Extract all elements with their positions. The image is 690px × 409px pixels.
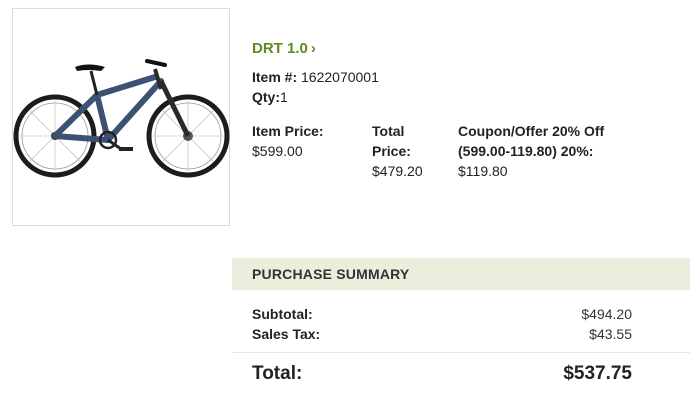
product-name: DRT 1.0 — [252, 40, 308, 57]
item-number-row: Item #: 1622070001 — [252, 67, 682, 87]
sales-tax-row: Sales Tax: $43.55 — [252, 324, 632, 344]
item-price-value: $599.00 — [252, 143, 303, 159]
subtotal-label: Subtotal: — [252, 306, 313, 322]
item-price-label: Item Price: — [252, 123, 324, 139]
product-image[interactable] — [12, 8, 230, 226]
product-name-link[interactable]: DRT 1.0 › — [252, 40, 316, 57]
purchase-summary: PURCHASE SUMMARY Subtotal: $494.20 Sales… — [232, 258, 690, 385]
chevron-right-icon: › — [310, 40, 316, 57]
item-number-label: Item #: — [252, 69, 298, 85]
total-price-label-line2: Price: — [372, 143, 411, 159]
coupon-column: Coupon/Offer 20% Off (599.00-119.80) 20%… — [458, 121, 682, 181]
total-price-column: Total Price: $479.20 — [372, 121, 442, 181]
total-price-label-line1: Total — [372, 123, 405, 139]
sales-tax-value: $43.55 — [589, 326, 632, 342]
item-number-value: 1622070001 — [301, 69, 379, 85]
qty-row: Qty:1 — [252, 87, 682, 107]
item-price-column: Item Price: $599.00 — [252, 121, 362, 161]
total-row: Total: $537.75 — [232, 353, 690, 385]
total-price-value: $479.20 — [372, 163, 423, 179]
subtotal-value: $494.20 — [581, 306, 632, 322]
qty-value: 1 — [280, 89, 288, 105]
coupon-label-line2: (599.00-119.80) 20%: — [458, 143, 594, 159]
qty-label: Qty: — [252, 89, 280, 105]
coupon-label-line1: Coupon/Offer 20% Off — [458, 123, 605, 139]
total-label: Total: — [252, 363, 303, 384]
subtotal-row: Subtotal: $494.20 — [252, 304, 632, 324]
coupon-value: $119.80 — [458, 163, 508, 179]
product-details: DRT 1.0 › Item #: 1622070001 Qty:1 Item P… — [252, 40, 682, 179]
total-value: $537.75 — [563, 363, 632, 384]
bicycle-image — [13, 59, 230, 178]
purchase-summary-header: PURCHASE SUMMARY — [232, 258, 690, 290]
sales-tax-label: Sales Tax: — [252, 326, 321, 342]
